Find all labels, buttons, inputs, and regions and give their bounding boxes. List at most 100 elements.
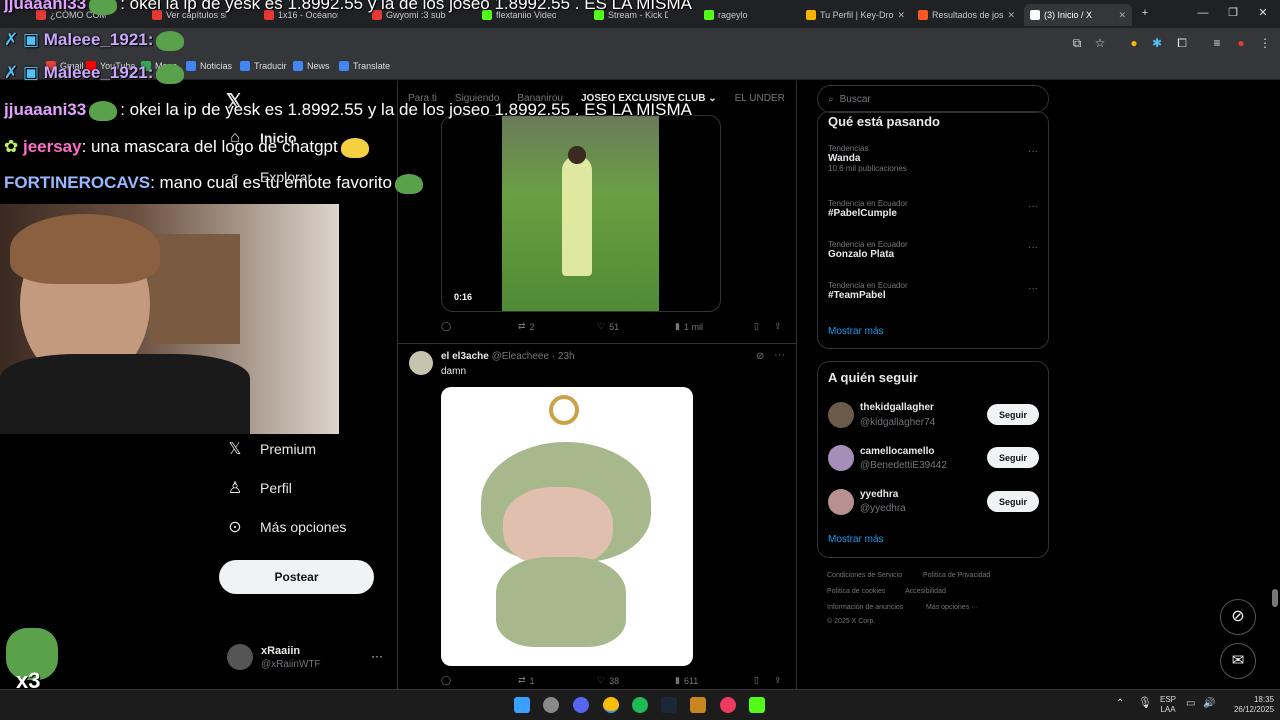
footer-more[interactable]: Más opciones ··· [926,604,978,611]
chrome-icon[interactable] [603,697,619,713]
minimize-icon[interactable]: — [1188,4,1218,22]
bookmark-traducir[interactable]: Traducir [240,61,287,71]
trend-item[interactable]: Tendencias Wanda 10,6 mil publicaciones [828,144,1038,173]
clock[interactable]: 18:35 26/12/2025 [1222,695,1274,715]
footer-ads-info[interactable]: Información de anuncios [827,604,903,611]
extension-icon[interactable]: ✱ [1150,36,1164,50]
footer-privacy[interactable]: Política de Privacidad [923,572,990,579]
trend-item[interactable]: Tendencia en Ecuador #PabelCumple [828,199,1038,219]
suggestion-name[interactable]: yyedhra [860,489,898,500]
browser-tab[interactable]: Tu Perfil | Key-Dro ✕ [800,4,908,26]
kick-icon[interactable] [749,697,765,713]
suggestion-name[interactable]: camellocamello [860,446,934,457]
chat-message: jjuaaani33: okei la ip de yesk es 1.8992… [4,100,692,121]
follow-show-more[interactable]: Mostrar más [828,534,884,545]
grok-floating-button[interactable]: ⊘ [1220,599,1256,635]
post-more-icon[interactable]: ··· [774,349,785,361]
microphone-icon[interactable]: 🎙 [1138,698,1152,709]
follow-button[interactable]: Seguir [987,404,1039,425]
install-icon[interactable]: ⧉ [1070,36,1084,50]
messages-floating-button[interactable]: ✉ [1220,643,1256,679]
grok-icon[interactable]: ⊘ [756,351,764,362]
trends-show-more[interactable]: Mostrar más [828,326,884,337]
start-windows-icon[interactable] [514,697,530,713]
discord-icon[interactable] [573,697,589,713]
share-button[interactable]: ⇪ [774,675,782,686]
bookmark-star-icon[interactable]: ☆ [1093,36,1107,50]
trend-item[interactable]: Tendencia en Ecuador #TeamPabel [828,281,1038,301]
avatar[interactable] [828,489,854,515]
avatar[interactable] [828,402,854,428]
close-tab-icon[interactable]: ✕ [898,10,908,21]
steelseries-icon[interactable] [543,697,559,713]
account-avatar[interactable] [227,644,253,670]
browser-tab-active[interactable]: (3) Inicio / X ✕ [1024,4,1132,26]
league-icon[interactable] [690,697,706,713]
post-video[interactable]: 0:16 [441,115,721,312]
footer-terms[interactable]: Condiciones de Servicio [827,572,902,579]
repost-button[interactable]: ⇄ 2 [518,321,535,332]
footer-cookies[interactable]: Política de cookies [827,588,885,595]
post-author-handle[interactable]: @Eleacheee [492,351,549,362]
trend-more-icon[interactable]: ··· [1028,242,1038,253]
close-window-icon[interactable]: ✕ [1248,4,1278,22]
network-icon[interactable]: ▭ [1186,699,1195,709]
tab-el-under[interactable]: EL UNDER [735,93,785,104]
spotify-icon[interactable] [632,697,648,713]
language-indicator[interactable]: ESP LAA [1158,695,1178,715]
trend-more-icon[interactable]: ··· [1028,283,1038,294]
browser-toolbar [0,28,1280,56]
maximize-icon[interactable]: ❐ [1218,4,1248,22]
post-time[interactable]: · 23h [552,351,575,362]
trend-more-icon[interactable]: ··· [1028,201,1038,212]
menu-dots-icon[interactable]: ⋮ [1258,36,1272,50]
volume-icon[interactable]: 🔊 [1203,699,1215,709]
bookmark-noticias[interactable]: Noticias [186,61,232,71]
emoji-emote-icon [340,137,369,158]
extension-icon[interactable]: ● [1127,36,1141,50]
trend-item[interactable]: Tendencia en Ecuador Gonzalo Plata [828,240,1038,260]
post-author-name[interactable]: el el3ache [441,351,489,362]
steam-icon[interactable] [661,697,677,713]
page-scrollbar[interactable] [1272,589,1278,607]
browser-tab[interactable]: Resultados de jos ✕ [912,4,1020,26]
browser-tab[interactable]: rageylo [698,4,768,26]
nav-profile[interactable]: ♙ Perfil [226,479,292,497]
nav-more[interactable]: ⊙ Más opciones [226,518,346,536]
new-tab-button[interactable]: + [1130,4,1160,22]
views-chart-icon: ▮ [675,321,680,331]
app-icon[interactable] [720,697,736,713]
avatar[interactable] [828,445,854,471]
extensions-puzzle-icon[interactable]: ⧠ [1175,36,1189,50]
post-button[interactable]: Postear [219,560,374,594]
reply-button[interactable]: ◯ [441,675,455,686]
repost-button[interactable]: ⇄ 1 [518,675,535,686]
views-button[interactable]: ▮ 611 [675,675,698,686]
media-controls-icon[interactable]: ≡ [1210,36,1224,50]
like-button[interactable]: ♡ 38 [597,675,619,686]
bookmark-button[interactable]: ▯ [754,321,759,332]
trend-more-icon[interactable]: ··· [1028,146,1038,157]
share-button[interactable]: ⇪ [774,321,782,332]
bookmark-translate[interactable]: Translate [339,61,390,71]
follow-button[interactable]: Seguir [987,491,1039,512]
bookmark-news[interactable]: News [293,61,330,71]
profile-avatar-icon[interactable]: ● [1234,36,1248,50]
suggestion-name[interactable]: thekidgallagher [860,402,934,413]
account-menu-icon[interactable]: ··· [371,649,383,663]
favicon-icon [806,10,816,20]
post-image[interactable] [441,387,693,666]
chevron-up-icon[interactable]: ⌃ [1116,699,1124,709]
like-button[interactable]: ♡ 51 [597,321,619,332]
chat-message: ✿ jeersay: una mascara del logo de chatg… [4,137,372,158]
reply-button[interactable]: ◯ [441,321,455,332]
close-tab-icon[interactable]: ✕ [1008,10,1020,21]
bookmark-button[interactable]: ▯ [754,675,759,686]
search-input[interactable]: ⌕ Buscar [817,85,1049,113]
nav-premium[interactable]: 𝕏 Premium [226,440,316,458]
views-button[interactable]: ▮ 1 mil [675,321,703,332]
follow-button[interactable]: Seguir [987,447,1039,468]
footer-accessibility[interactable]: Accesibilidad [905,588,946,595]
search-icon: ⌕ [828,93,834,105]
post-author-avatar[interactable] [409,351,433,375]
